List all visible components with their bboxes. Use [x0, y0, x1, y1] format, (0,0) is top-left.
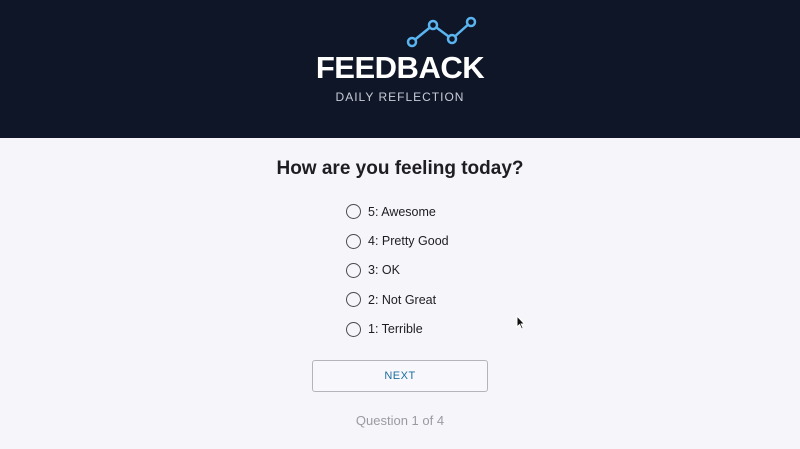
option-label: 4: Pretty Good — [368, 234, 449, 249]
line-chart-icon — [406, 16, 477, 48]
mouse-pointer-icon — [516, 315, 526, 330]
option-3-ok[interactable]: 3: OK — [346, 256, 449, 285]
radio-button[interactable] — [346, 262, 361, 278]
radio-button[interactable] — [346, 292, 361, 308]
progress-indicator: Question 1 of 4 — [355, 413, 445, 428]
option-label: 2: Not Great — [368, 292, 437, 307]
option-label: 1: Terrible — [368, 322, 423, 337]
header-banner: FEEDBACK DAILY REFLECTION — [0, 0, 800, 138]
app-subtitle: DAILY REFLECTION — [335, 90, 465, 104]
option-2-not-great[interactable]: 2: Not Great — [346, 285, 449, 314]
radio-button[interactable] — [346, 204, 361, 220]
radio-button[interactable] — [346, 233, 361, 249]
radio-button[interactable] — [346, 321, 361, 337]
option-label: 5: Awesome — [368, 204, 436, 219]
option-5-awesome[interactable]: 5: Awesome — [346, 197, 449, 226]
question-heading: How are you feeling today? — [276, 158, 524, 179]
option-label: 3: OK — [368, 263, 400, 278]
option-1-terrible[interactable]: 1: Terrible — [346, 315, 449, 344]
app-title: FEEDBACK — [315, 50, 485, 85]
option-4-pretty-good[interactable]: 4: Pretty Good — [346, 226, 449, 255]
rating-options: 5: Awesome 4: Pretty Good 3: OK 2: Not G… — [346, 197, 449, 344]
next-button[interactable]: NEXT — [312, 360, 488, 392]
